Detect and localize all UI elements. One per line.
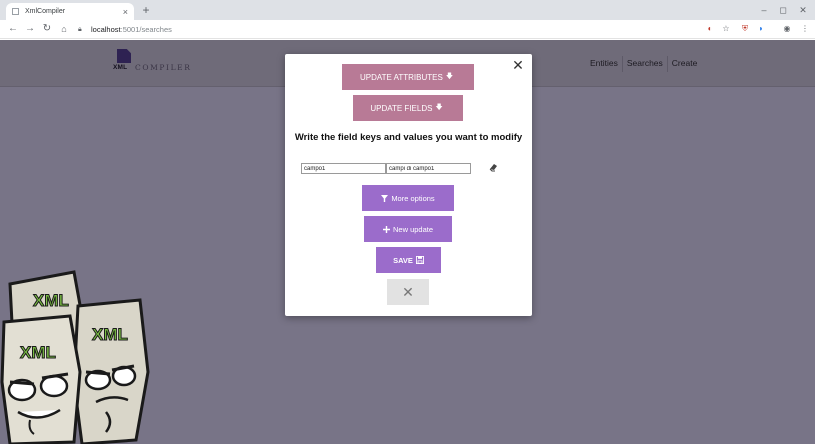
eraser-icon[interactable]: [489, 162, 499, 172]
mascot-back-label: XML: [33, 291, 69, 310]
bookmark-star-icon[interactable]: ☆: [720, 23, 732, 35]
nav-link-searches[interactable]: Searches: [623, 56, 668, 72]
update-attributes-button[interactable]: UPDATE ATTRIBUTES 🡇: [342, 64, 474, 90]
update-modal: ✕ UPDATE ATTRIBUTES 🡇 UPDATE FIELDS 🡇 Wr…: [285, 54, 532, 316]
save-button[interactable]: SAVE: [376, 247, 441, 273]
browser-tab-bar: XmlCompiler × + – ◻ ✕: [0, 0, 815, 20]
reload-icon[interactable]: ↻: [40, 22, 54, 36]
mascot-front: XML: [0, 314, 82, 444]
logo-xml-text: XML: [113, 64, 128, 71]
xml-compiler-logo[interactable]: XML COMPILER: [113, 49, 203, 81]
tab-close-icon[interactable]: ×: [123, 7, 128, 17]
new-tab-button[interactable]: +: [139, 3, 153, 17]
address-bar[interactable]: 🔒︎ localhost:5001/searches: [78, 22, 708, 37]
profile-icon[interactable]: ◉: [781, 23, 793, 35]
xml-mascots-illustration: XML XML XML: [0, 270, 150, 444]
favicon-icon: [12, 8, 19, 15]
new-update-label: New update: [392, 224, 434, 234]
modal-close-icon[interactable]: ✕: [511, 58, 525, 72]
floppy-disk-icon: [415, 256, 424, 264]
url-path: :5001/searches: [120, 25, 172, 34]
url-host: localhost: [91, 25, 121, 34]
field-value-input[interactable]: [386, 163, 471, 174]
arrow-down-icon: 🡇: [445, 72, 454, 80]
new-update-button[interactable]: New update: [364, 216, 452, 242]
menu-kebab-icon[interactable]: ⋮: [799, 23, 811, 35]
nav-links: Entities Searches Create: [586, 56, 701, 72]
arrow-down-icon: 🡇: [435, 103, 443, 111]
field-key-input[interactable]: [301, 163, 386, 174]
maximize-button[interactable]: ◻: [772, 2, 794, 18]
document-icon: [117, 49, 131, 63]
filter-icon: [381, 194, 389, 202]
update-fields-button[interactable]: UPDATE FIELDS 🡇: [353, 95, 463, 121]
update-attributes-label: UPDATE ATTRIBUTES: [359, 72, 443, 82]
mascot-right: XML: [72, 298, 150, 444]
mascot-front-label: XML: [20, 343, 56, 362]
nav-link-create[interactable]: Create: [668, 56, 702, 72]
cancel-button[interactable]: ✕: [387, 279, 429, 305]
field-row: [301, 163, 471, 174]
forward-icon[interactable]: →: [23, 22, 37, 36]
more-options-label: More options: [391, 193, 435, 203]
modal-heading: Write the field keys and values you want…: [294, 132, 523, 143]
translate-icon[interactable]: ◐: [704, 23, 716, 35]
tab-title: XmlCompiler: [25, 8, 66, 15]
mascot-right-label: XML: [92, 325, 128, 344]
logo-compiler-text: COMPILER: [135, 63, 192, 72]
nav-link-entities[interactable]: Entities: [586, 56, 623, 72]
back-icon[interactable]: ←: [6, 22, 20, 36]
more-options-button[interactable]: More options: [362, 185, 454, 211]
lock-icon: 🔒︎: [78, 25, 82, 33]
plus-icon: [382, 225, 390, 233]
shield-extension-icon[interactable]: ⛨: [739, 23, 751, 35]
browser-toolbar: ← → ↻ ⌂ 🔒︎ localhost:5001/searches ◐ ☆ ⛨…: [0, 20, 815, 39]
close-window-button[interactable]: ✕: [792, 2, 814, 18]
save-label: SAVE: [393, 255, 413, 265]
audio-extension-icon[interactable]: ◗: [755, 23, 767, 35]
home-icon[interactable]: ⌂: [57, 22, 71, 36]
browser-tab[interactable]: XmlCompiler ×: [6, 3, 134, 20]
update-fields-label: UPDATE FIELDS: [370, 103, 433, 113]
